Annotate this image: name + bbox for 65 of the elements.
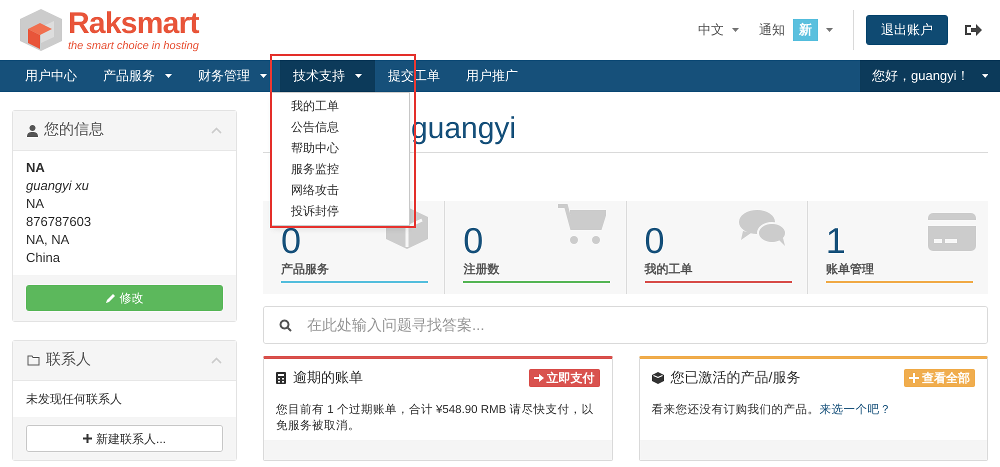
search-icon: [279, 319, 292, 332]
nav-item[interactable]: 用户中心: [12, 60, 90, 92]
cube-icon: [652, 372, 664, 384]
plus-icon: [909, 372, 919, 382]
chat-icon: [738, 209, 787, 247]
logo-wordmark: Raksmart: [68, 8, 199, 38]
logout-button[interactable]: 退出账户: [866, 15, 948, 45]
plus-icon: [82, 434, 92, 443]
stat-value: 0: [463, 223, 484, 259]
user-icon: [27, 124, 38, 136]
cart-icon: [558, 204, 606, 246]
stat-tile[interactable]: 0 我的工单: [626, 201, 807, 294]
stat-tile[interactable]: 0 注册数: [444, 201, 626, 294]
nav-item[interactable]: 产品服务: [90, 60, 185, 92]
empty-message: 未发现任何联系人: [25, 391, 123, 408]
panel-title: 您的信息: [44, 120, 104, 140]
user-menu[interactable]: 您好，guangyi！: [860, 60, 1000, 92]
info-line: 876787603: [26, 213, 92, 231]
cube-logo-icon: [18, 7, 64, 53]
caret-icon: [826, 28, 833, 32]
stat-value: 0: [281, 223, 302, 259]
panel-text: 您目前有 1 个过期账单，合计 ¥548.90 RMB 请尽快支付，以免服务被取消。: [276, 402, 594, 434]
full-name: guangyi xu: [26, 177, 90, 195]
stat-tile[interactable]: 1 账单管理: [806, 201, 988, 294]
dropdown-item[interactable]: 帮助中心: [272, 138, 409, 159]
dropdown-item[interactable]: 服务监控: [272, 159, 409, 180]
nav-item[interactable]: 用户推广: [453, 60, 531, 92]
caret-icon: [982, 74, 988, 78]
top-link[interactable]: 通知 新: [759, 19, 833, 41]
panel-title: 逾期的账单: [293, 368, 363, 387]
panel-title: 联系人: [46, 350, 91, 370]
stat-value: 0: [644, 223, 665, 259]
pencil-icon: [106, 293, 116, 303]
calculator-icon: [276, 372, 286, 384]
panel-text: 看来您还没有订购我们的产品。来选一个吧？: [652, 402, 892, 418]
info-line: NA: [26, 195, 46, 213]
notification-badge: 新: [793, 19, 818, 41]
search-field[interactable]: 在此处输入问题寻找答案...: [263, 306, 988, 344]
arrow-icon: [534, 372, 544, 382]
info-line: NA, NA: [26, 231, 70, 249]
stat-label: 注册数: [463, 261, 500, 278]
nav-item[interactable]: 技术支持: [280, 60, 375, 92]
credit-card-icon: [928, 213, 976, 251]
folder-icon: [27, 355, 40, 366]
dropdown-item[interactable]: 网络攻击: [272, 180, 409, 201]
dropdown-item[interactable]: 投诉封停: [272, 201, 409, 222]
caret-icon: [732, 28, 739, 32]
collapse-icon[interactable]: [211, 357, 222, 364]
new-contact-button[interactable]: 新建联系人...: [26, 425, 223, 452]
stat-value: 1: [826, 223, 846, 259]
stat-label: 产品服务: [281, 261, 329, 278]
dropdown-item[interactable]: 公告信息: [272, 117, 409, 138]
collapse-icon[interactable]: [211, 127, 222, 134]
nav-item[interactable]: 财务管理: [185, 60, 280, 92]
panel-action-button[interactable]: 立即支付: [528, 368, 600, 386]
dropdown-item[interactable]: 我的工单: [272, 96, 409, 117]
info-line: China: [26, 249, 61, 267]
sign-out-icon[interactable]: [965, 23, 982, 37]
logo-tagline: the smart choice in hosting: [68, 40, 199, 52]
stat-label: 我的工单: [644, 261, 692, 278]
choose-product-link[interactable]: 来选一个吧？: [820, 404, 892, 416]
panel-title: 您已激活的产品/服务: [670, 368, 800, 387]
top-link[interactable]: 中文: [698, 20, 739, 40]
stat-label: 账单管理: [826, 261, 874, 278]
contact-name: NA: [26, 159, 46, 177]
